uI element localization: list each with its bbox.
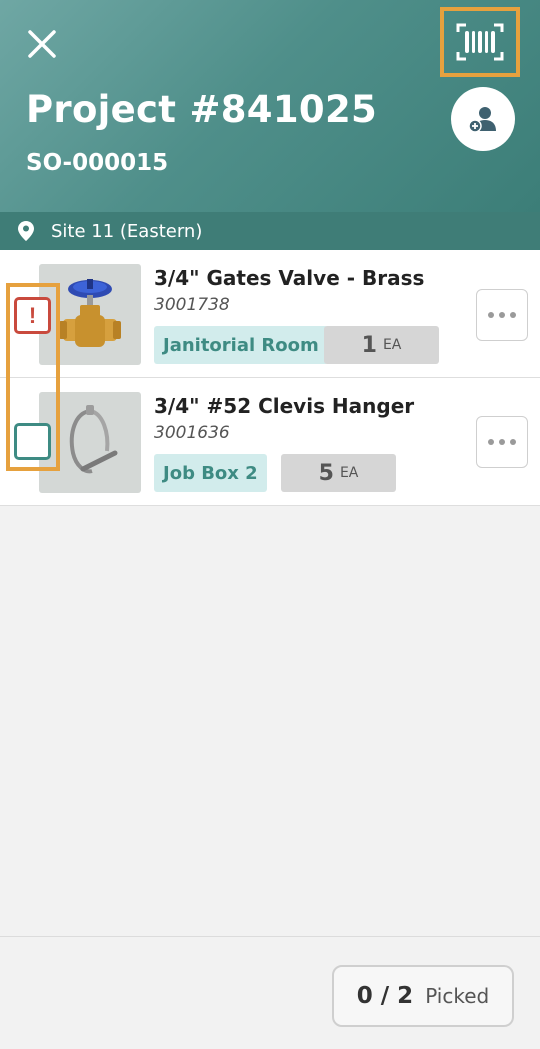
- footer: 0 / 2 Picked: [0, 936, 540, 1049]
- picked-counter-button[interactable]: 0 / 2 Picked: [332, 965, 514, 1027]
- barcode-scan-button[interactable]: [440, 7, 520, 77]
- quantity-badge: 5 EA: [281, 454, 396, 492]
- more-options-button[interactable]: [476, 289, 528, 341]
- quantity-unit: EA: [339, 465, 359, 481]
- list-item[interactable]: 3/4" Gates Valve - Brass 3001738 Janitor…: [0, 250, 540, 378]
- picked-label: Picked: [425, 984, 490, 1008]
- barcode-scan-icon: [456, 23, 504, 61]
- sales-order-number: SO-000015: [26, 150, 169, 176]
- location-pin-icon: [18, 221, 34, 241]
- item-title: 3/4" Gates Valve - Brass: [154, 266, 425, 290]
- close-icon: [28, 30, 56, 58]
- close-button[interactable]: [22, 24, 62, 64]
- item-sku: 3001738: [154, 295, 230, 315]
- picked-count: 0 / 2: [356, 983, 414, 1009]
- add-user-icon: [468, 107, 496, 133]
- quantity-value: 1: [361, 332, 377, 358]
- alert-icon[interactable]: !: [14, 297, 51, 334]
- list-item[interactable]: 3/4" #52 Clevis Hanger 3001636 Job Box 2…: [0, 378, 540, 506]
- pick-checkbox[interactable]: [14, 423, 51, 460]
- more-icon: [488, 312, 516, 318]
- site-label: Site 11 (Eastern): [51, 220, 203, 242]
- header: Project #841025 SO-000015: [0, 0, 540, 212]
- page-title: Project #841025: [26, 88, 378, 131]
- location-badge: Job Box 2: [154, 454, 267, 492]
- quantity-value: 5: [318, 460, 334, 486]
- item-title: 3/4" #52 Clevis Hanger: [154, 394, 415, 418]
- more-icon: [488, 439, 516, 445]
- site-bar: Site 11 (Eastern): [0, 212, 540, 250]
- gate-valve-image: [39, 264, 141, 365]
- quantity-unit: EA: [382, 337, 402, 353]
- clevis-hanger-image: [39, 392, 141, 493]
- quantity-badge: 1 EA: [324, 326, 439, 364]
- location-badge: Janitorial Room: [154, 326, 328, 364]
- pick-list: 3/4" Gates Valve - Brass 3001738 Janitor…: [0, 250, 540, 506]
- assign-user-button[interactable]: [451, 87, 515, 151]
- more-options-button[interactable]: [476, 416, 528, 468]
- item-sku: 3001636: [154, 423, 230, 443]
